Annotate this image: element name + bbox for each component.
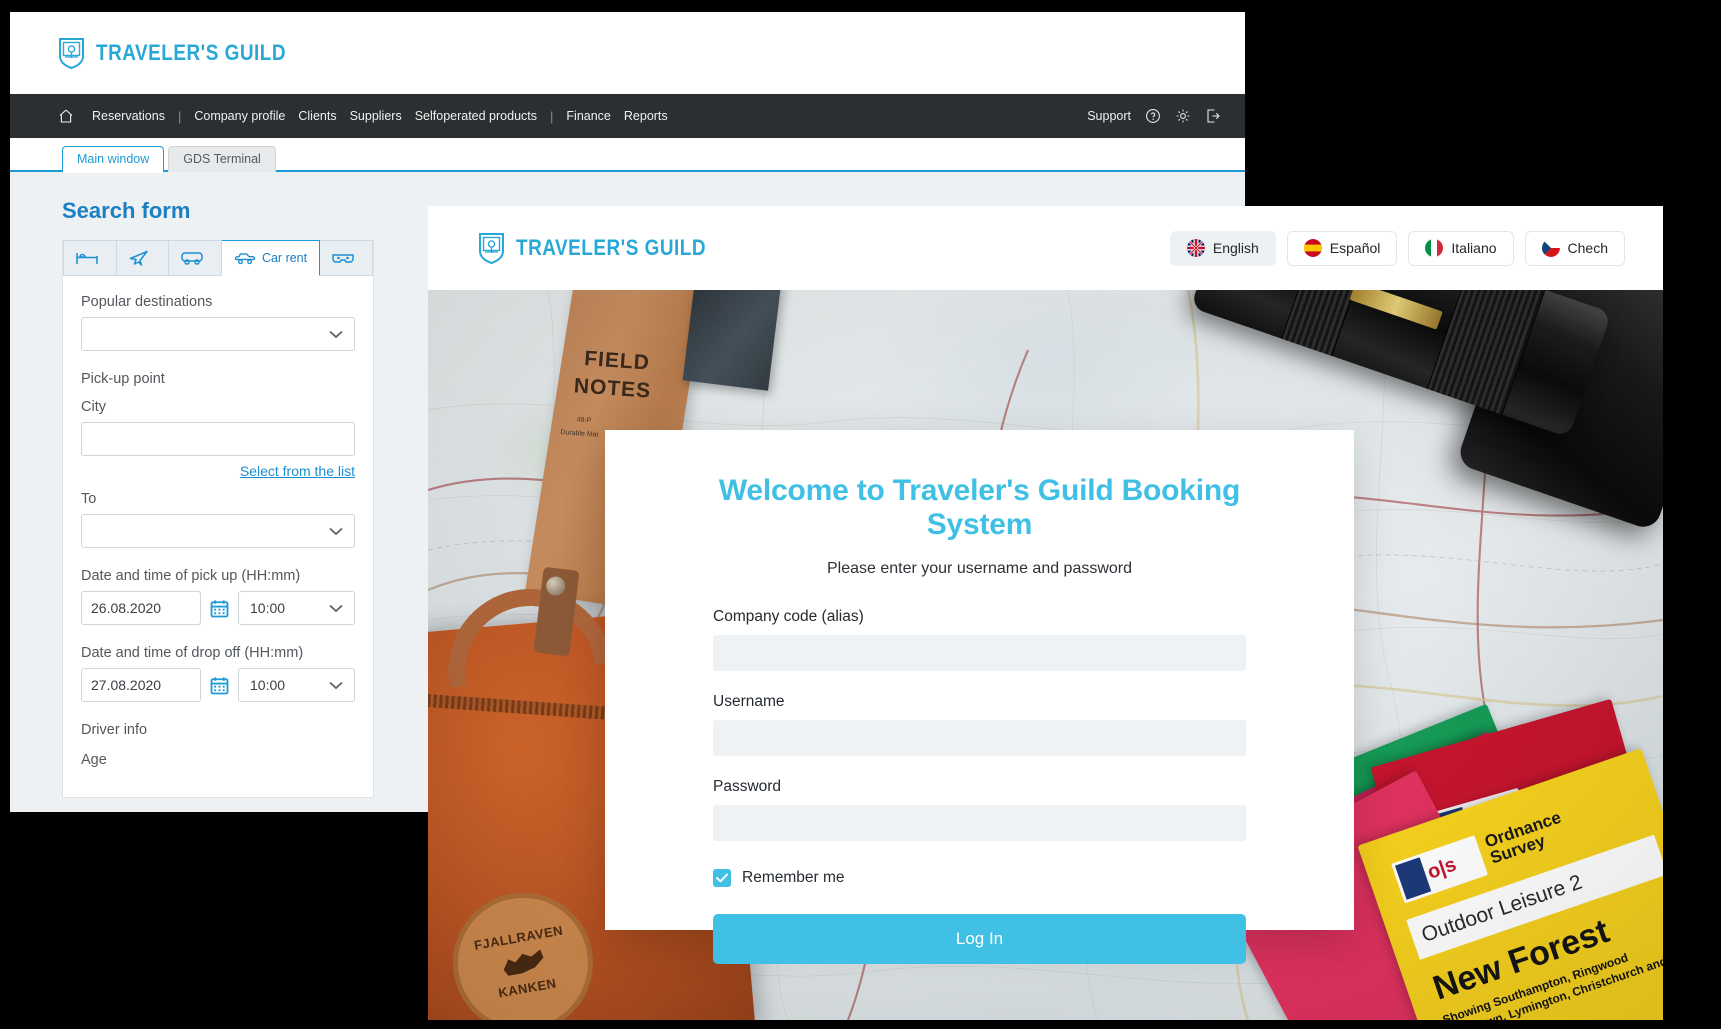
password-input[interactable] — [713, 805, 1246, 841]
username-label: Username — [713, 693, 785, 710]
logout-icon[interactable] — [1205, 108, 1221, 124]
shield-crest-icon — [479, 233, 504, 264]
remember-me-row: Remember me — [713, 869, 1246, 887]
username-input[interactable] — [713, 720, 1246, 756]
bed-icon — [76, 253, 98, 264]
company-code-label: Company code (alias) — [713, 608, 864, 625]
select-from-list-link[interactable]: Select from the list — [240, 463, 355, 479]
pickup-time-select[interactable]: 10:00 — [238, 591, 355, 625]
city-label: City — [81, 399, 106, 415]
nav-item-reservations[interactable]: Reservations — [92, 109, 165, 123]
pickup-datetime-row: 10:00 — [81, 591, 355, 625]
nav-item-company-profile[interactable]: Company profile — [194, 109, 285, 123]
dropoff-time-value: 10:00 — [250, 677, 286, 693]
dropoff-datetime-row: 10:00 — [81, 668, 355, 702]
nav-item-selfoperated-products[interactable]: Selfoperated products — [415, 109, 537, 123]
to-label: To — [81, 491, 97, 507]
nav-item-reports[interactable]: Reports — [624, 109, 668, 123]
calendar-icon[interactable] — [210, 599, 229, 618]
login-card: Welcome to Traveler's Guild Booking Syst… — [605, 430, 1354, 964]
home-icon[interactable] — [58, 108, 74, 124]
pickup-point-label: Pick-up point — [81, 371, 165, 387]
dropoff-date-input[interactable] — [81, 668, 201, 702]
brand-name: TRAVELER'S GUILD — [96, 40, 287, 65]
nav-item-finance[interactable]: Finance — [566, 109, 610, 123]
company-code-input[interactable] — [713, 635, 1246, 671]
log-in-button[interactable]: Log In — [713, 914, 1246, 964]
search-form-card: Car rent Popular destinations Pick-up po… — [62, 240, 374, 798]
language-switcher: English Español Italiano Chech — [1169, 230, 1625, 266]
car-icon — [234, 252, 256, 264]
screenshot-stage: TRAVELER'S GUILD Reservations | Company … — [0, 0, 1721, 1029]
uk-flag-icon — [1186, 239, 1205, 257]
dropoff-datetime-label: Date and time of drop off (HH:mm) — [81, 645, 304, 661]
window-tab-main[interactable]: Main window — [62, 146, 165, 173]
nav-divider-2: | — [550, 108, 554, 124]
plane-icon — [130, 250, 149, 266]
language-button-english[interactable]: English — [1169, 230, 1276, 266]
select-from-list-row: Select from the list — [81, 463, 355, 479]
check-icon — [716, 873, 728, 883]
login-topbar: TRAVELER'S GUILD English Español Italian… — [428, 206, 1663, 290]
login-hero-photo: FIELD NOTES 48-P Durable Mat FJALLRA — [428, 290, 1663, 1020]
window-tab-gds-terminal[interactable]: GDS Terminal — [168, 146, 276, 172]
czech-flag-icon — [1541, 239, 1560, 257]
login-subheading: Please enter your username and password — [826, 560, 1133, 577]
support-link[interactable]: Support — [1087, 109, 1131, 123]
language-label-english: English — [1212, 240, 1259, 256]
gear-icon[interactable] — [1175, 108, 1191, 124]
bus-icon — [181, 252, 203, 265]
pickup-date-input[interactable] — [81, 591, 201, 625]
language-button-espanol[interactable]: Español — [1286, 230, 1398, 266]
login-window: TRAVELER'S GUILD English Español Italian… — [428, 206, 1663, 1020]
chevron-down-icon — [329, 527, 343, 536]
backoffice-logo-bar: TRAVELER'S GUILD — [10, 12, 1245, 94]
language-button-chech[interactable]: Chech — [1524, 230, 1625, 266]
excursion-mask-icon — [332, 254, 354, 263]
pickup-datetime-label: Date and time of pick up (HH:mm) — [81, 568, 301, 584]
language-label-italiano: Italiano — [1451, 240, 1497, 256]
chevron-down-icon — [329, 681, 343, 690]
shield-crest-icon — [59, 38, 84, 69]
product-tab-excursion[interactable] — [320, 240, 374, 276]
brand-logo-login[interactable]: TRAVELER'S GUILD — [478, 232, 737, 264]
brand-name-login: TRAVELER'S GUILD — [516, 235, 707, 260]
nav-item-clients[interactable]: Clients — [298, 109, 336, 123]
main-navbar: Reservations | Company profile Clients S… — [10, 94, 1245, 138]
remember-me-label: Remember me — [742, 869, 845, 886]
age-label: Age — [81, 752, 107, 768]
city-input[interactable] — [81, 422, 355, 456]
nav-divider: | — [177, 108, 182, 124]
product-tab-transfer[interactable] — [169, 240, 222, 276]
popular-destinations-label: Popular destinations — [81, 294, 213, 310]
nav-item-suppliers[interactable]: Suppliers — [350, 109, 402, 123]
italy-flag-icon — [1425, 239, 1444, 257]
chevron-down-icon — [329, 330, 343, 339]
remember-me-checkbox[interactable] — [713, 869, 731, 887]
spain-flag-icon — [1303, 239, 1322, 257]
brand-logo[interactable]: TRAVELER'S GUILD — [58, 37, 317, 69]
popular-destinations-select[interactable] — [81, 317, 355, 351]
product-tab-flight[interactable] — [116, 240, 170, 276]
pickup-time-value: 10:00 — [250, 600, 286, 616]
dropoff-time-select[interactable]: 10:00 — [238, 668, 355, 702]
login-heading: Welcome to Traveler's Guild Booking Syst… — [718, 474, 1241, 541]
product-tab-car-rent-label: Car rent — [261, 251, 308, 265]
product-tab-hotel[interactable] — [63, 240, 117, 276]
language-label-espanol: Español — [1329, 240, 1381, 256]
language-button-italiano[interactable]: Italiano — [1408, 230, 1514, 266]
language-label-chech: Chech — [1567, 240, 1608, 256]
chevron-down-icon — [329, 604, 343, 613]
search-form-fields: Popular destinations Pick-up point City … — [63, 276, 373, 797]
driver-info-label: Driver info — [81, 722, 148, 738]
to-select[interactable] — [81, 514, 355, 548]
password-label: Password — [713, 778, 782, 795]
product-tab-car-rent[interactable]: Car rent — [221, 240, 321, 276]
question-circle-icon[interactable] — [1145, 108, 1161, 124]
window-tab-strip: Main window GDS Terminal — [10, 138, 1245, 173]
product-tab-strip: Car rent — [63, 240, 374, 276]
calendar-icon[interactable] — [210, 676, 229, 695]
